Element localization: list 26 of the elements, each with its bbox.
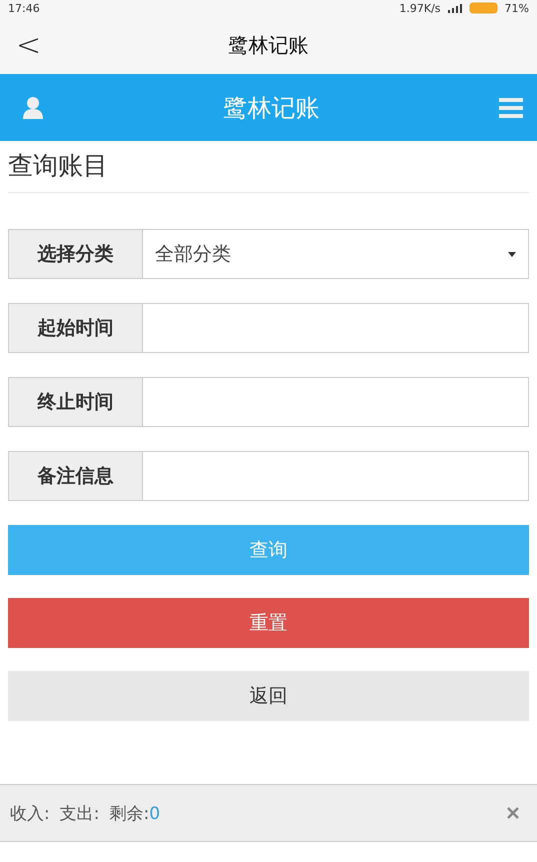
close-icon[interactable]: [507, 807, 519, 819]
header-title: 鹭林记账: [224, 92, 320, 124]
window-title: 鹭林记账: [228, 32, 308, 58]
expense-label: 支出:: [60, 802, 100, 824]
field-label: 选择分类: [8, 229, 142, 279]
input-field[interactable]: [142, 451, 529, 501]
balance-label: 剩余:0: [109, 802, 160, 824]
action-button[interactable]: 返回: [8, 671, 529, 721]
input-field[interactable]: [142, 377, 529, 427]
status-time: 17:46: [8, 2, 40, 14]
signal-icon: [446, 3, 463, 13]
user-icon[interactable]: [22, 96, 44, 120]
network-speed: 1.97K/s: [399, 2, 441, 14]
field-label: 终止时间: [8, 377, 142, 427]
caret-icon: [508, 252, 516, 256]
action-button[interactable]: 重置: [8, 598, 529, 648]
input-field[interactable]: [142, 303, 529, 353]
battery-icon: [468, 2, 499, 14]
page-heading: 查询账目: [8, 141, 529, 193]
field-label: 起始时间: [8, 303, 142, 353]
back-button[interactable]: <: [0, 28, 58, 62]
battery-level: 71%: [504, 2, 529, 14]
menu-icon[interactable]: [499, 98, 523, 118]
field-label: 备注信息: [8, 451, 142, 501]
category-select[interactable]: 全部分类: [142, 229, 529, 279]
income-label: 收入:: [10, 802, 50, 824]
